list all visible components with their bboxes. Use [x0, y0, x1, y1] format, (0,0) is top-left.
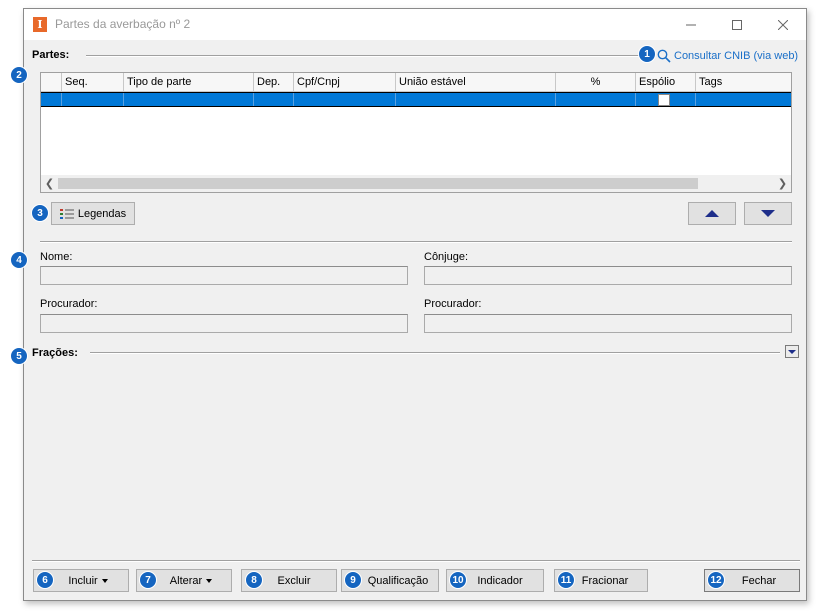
maximize-icon	[732, 19, 742, 30]
alterar-label: Alterar	[169, 574, 203, 587]
col-seq[interactable]: Seq.	[62, 73, 124, 92]
minimize-icon	[686, 24, 696, 25]
procurador-conjuge-field[interactable]	[424, 314, 792, 333]
col-espolio[interactable]: Espólio	[636, 73, 696, 92]
partes-grid[interactable]: Seq. Tipo de parte Dep. Cpf/Cnpj União e…	[40, 72, 792, 193]
fields-divider	[40, 241, 792, 243]
close-button[interactable]	[760, 9, 806, 40]
procurador-conjuge-label: Procurador:	[424, 298, 482, 310]
arrow-down-icon	[761, 210, 775, 217]
fechar-label: Fechar	[741, 574, 777, 587]
cell-tags[interactable]	[696, 93, 791, 106]
title-bar[interactable]: I Partes da averbação nº 2	[24, 9, 806, 40]
window-title: Partes da averbação nº 2	[55, 17, 191, 31]
col-dep[interactable]: Dep.	[254, 73, 294, 92]
badge-7: 7	[139, 571, 157, 589]
cell-seq[interactable]	[62, 93, 124, 106]
cell-dep[interactable]	[254, 93, 294, 106]
nome-label: Nome:	[40, 251, 73, 263]
scroll-left-icon[interactable]: ❮	[41, 175, 58, 192]
cell-uniao-estavel[interactable]	[396, 93, 556, 106]
app-icon: I	[33, 17, 47, 32]
conjuge-field[interactable]	[424, 266, 792, 285]
excluir-label: Excluir	[277, 574, 311, 587]
indicador-label: Indicador	[477, 574, 523, 587]
badge-3: 3	[31, 204, 49, 222]
badge-12: 12	[707, 571, 725, 589]
incluir-dropdown-icon	[101, 578, 108, 583]
dialog-window: I Partes da averbação nº 2 Partes: 1 Con…	[10, 8, 807, 601]
col-cpf-cnpj[interactable]: Cpf/Cnpj	[294, 73, 396, 92]
badge-5: 5	[10, 347, 28, 365]
cell-espolio[interactable]	[636, 93, 696, 106]
incluir-label: Incluir	[68, 574, 98, 587]
badge-6: 6	[36, 571, 54, 589]
legendas-label: Legendas	[77, 207, 127, 220]
grid-header: Seq. Tipo de parte Dep. Cpf/Cnpj União e…	[41, 73, 791, 92]
nome-field[interactable]	[40, 266, 408, 285]
cell-percent[interactable]	[556, 93, 636, 106]
legend-icon	[59, 208, 74, 219]
badge-10: 10	[449, 571, 467, 589]
table-row[interactable]	[41, 92, 791, 107]
arrow-up-icon	[705, 210, 719, 217]
col-percent[interactable]: %	[556, 73, 636, 92]
cell-tipo-parte[interactable]	[124, 93, 254, 106]
scrollbar-thumb[interactable]	[58, 178, 698, 189]
conjuge-label: Cônjuge:	[424, 251, 469, 263]
badge-4: 4	[10, 251, 28, 269]
partes-divider	[86, 55, 646, 57]
fracionar-label: Fracionar	[581, 574, 629, 587]
col-tipo-parte[interactable]: Tipo de parte	[124, 73, 254, 92]
minimize-button[interactable]	[668, 9, 714, 40]
move-down-button[interactable]	[744, 202, 792, 225]
qualificacao-label: Qualificação	[367, 574, 429, 587]
close-icon	[778, 19, 788, 30]
col-uniao-estavel[interactable]: União estável	[396, 73, 556, 92]
legendas-button[interactable]: Legendas	[51, 202, 135, 225]
alterar-dropdown-icon	[206, 578, 213, 583]
fracoes-label: Frações:	[32, 347, 78, 359]
consultar-cnib-label: Consultar CNIB (via web)	[674, 50, 799, 62]
fracoes-expand-button[interactable]	[785, 345, 799, 358]
chevron-down-icon	[788, 349, 796, 354]
grid-horizontal-scrollbar[interactable]: ❮ ❯	[41, 175, 791, 192]
procurador-label: Procurador:	[40, 298, 98, 310]
search-icon	[657, 49, 671, 63]
procurador-field[interactable]	[40, 314, 408, 333]
espolio-checkbox[interactable]	[658, 94, 670, 106]
row-indicator	[41, 93, 62, 106]
col-tags[interactable]: Tags	[696, 73, 791, 92]
badge-9: 9	[344, 571, 362, 589]
fracoes-divider	[90, 352, 780, 354]
consultar-cnib-link[interactable]: Consultar CNIB (via web)	[657, 49, 798, 63]
partes-label: Partes:	[32, 49, 70, 61]
maximize-button[interactable]	[714, 9, 760, 40]
badge-8: 8	[245, 571, 263, 589]
cell-cpf-cnpj[interactable]	[294, 93, 396, 106]
scroll-right-icon[interactable]: ❯	[774, 175, 791, 192]
badge-1: 1	[638, 45, 656, 63]
badge-11: 11	[557, 571, 575, 589]
move-up-button[interactable]	[688, 202, 736, 225]
footer-divider	[32, 560, 800, 562]
badge-2: 2	[10, 66, 28, 84]
grid-header-indicator	[41, 73, 62, 92]
